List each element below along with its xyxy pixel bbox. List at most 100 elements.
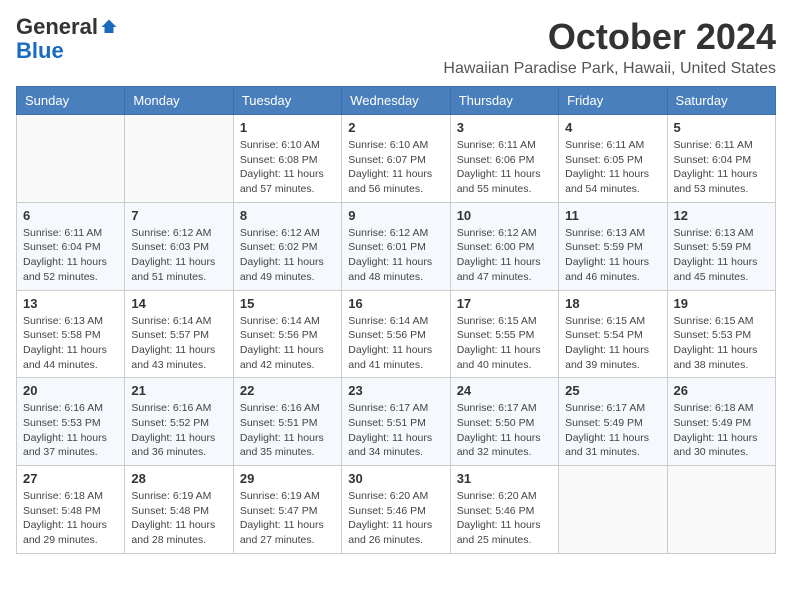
day-info: Sunrise: 6:12 AM Sunset: 6:01 PM Dayligh… [348,226,443,285]
header-thursday: Thursday [450,87,558,115]
day-cell-2-3: 16 Sunrise: 6:14 AM Sunset: 5:56 PM Dayli… [342,290,450,378]
day-info: Sunrise: 6:17 AM Sunset: 5:49 PM Dayligh… [565,401,660,460]
day-info: Sunrise: 6:11 AM Sunset: 6:06 PM Dayligh… [457,138,552,197]
day-number: 4 [565,120,660,135]
day-info: Sunrise: 6:14 AM Sunset: 5:56 PM Dayligh… [348,314,443,373]
day-info: Sunrise: 6:20 AM Sunset: 5:46 PM Dayligh… [457,489,552,548]
day-cell-3-3: 23Sunrise: 6:17 AM Sunset: 5:51 PM Dayli… [342,378,450,466]
day-number: 24 [457,383,552,398]
day-number: 8 [240,208,335,223]
day-number: 25 [565,383,660,398]
logo-general-text: General [16,16,98,38]
day-cell-0-0 [17,115,125,203]
day-number: 15 [240,296,335,311]
day-info: Sunrise: 6:14 AM Sunset: 5:57 PM Dayligh… [131,314,226,373]
day-number: 9 [348,208,443,223]
day-info: Sunrise: 6:19 AM Sunset: 5:47 PM Dayligh… [240,489,335,548]
day-number: 14 [131,296,226,311]
day-number: 11 [565,208,660,223]
week-row-2: 6 Sunrise: 6:11 AM Sunset: 6:04 PM Daylig… [17,202,776,290]
day-cell-2-4: 17 Sunrise: 6:15 AM Sunset: 5:55 PM Dayli… [450,290,558,378]
day-cell-2-5: 18Sunrise: 6:15 AM Sunset: 5:54 PM Dayli… [559,290,667,378]
header-saturday: Saturday [667,87,775,115]
day-info: Sunrise: 6:13 AM Sunset: 5:59 PM Dayligh… [674,226,769,285]
day-cell-3-0: 20 Sunrise: 6:16 AM Sunset: 5:53 PM Dayli… [17,378,125,466]
day-info: Sunrise: 6:17 AM Sunset: 5:51 PM Dayligh… [348,401,443,460]
day-info: Sunrise: 6:16 AM Sunset: 5:52 PM Dayligh… [131,401,226,460]
header-sunday: Sunday [17,87,125,115]
header-monday: Monday [125,87,233,115]
day-info: Sunrise: 6:16 AM Sunset: 5:51 PM Dayligh… [240,401,335,460]
day-cell-2-1: 14 Sunrise: 6:14 AM Sunset: 5:57 PM Dayli… [125,290,233,378]
logo: General Blue [16,16,118,64]
day-cell-2-6: 19 Sunrise: 6:15 AM Sunset: 5:53 PM Dayli… [667,290,775,378]
week-row-4: 20 Sunrise: 6:16 AM Sunset: 5:53 PM Dayli… [17,378,776,466]
day-number: 5 [674,120,769,135]
day-number: 29 [240,471,335,486]
day-info: Sunrise: 6:12 AM Sunset: 6:00 PM Dayligh… [457,226,552,285]
day-cell-1-2: 8 Sunrise: 6:12 AM Sunset: 6:02 PM Daylig… [233,202,341,290]
day-info: Sunrise: 6:14 AM Sunset: 5:56 PM Dayligh… [240,314,335,373]
day-cell-2-2: 15 Sunrise: 6:14 AM Sunset: 5:56 PM Dayli… [233,290,341,378]
day-number: 3 [457,120,552,135]
day-cell-4-4: 31 Sunrise: 6:20 AM Sunset: 5:46 PM Dayli… [450,466,558,554]
location-title: Hawaiian Paradise Park, Hawaii, United S… [443,60,776,78]
day-info: Sunrise: 6:10 AM Sunset: 6:08 PM Dayligh… [240,138,335,197]
day-cell-0-6: 5Sunrise: 6:11 AM Sunset: 6:04 PM Daylig… [667,115,775,203]
logo-icon [100,18,118,36]
day-cell-0-1 [125,115,233,203]
day-info: Sunrise: 6:16 AM Sunset: 5:53 PM Dayligh… [23,401,118,460]
day-number: 7 [131,208,226,223]
day-cell-0-2: 1 Sunrise: 6:10 AM Sunset: 6:08 PM Daylig… [233,115,341,203]
day-number: 26 [674,383,769,398]
day-info: Sunrise: 6:15 AM Sunset: 5:53 PM Dayligh… [674,314,769,373]
month-title: October 2024 [443,16,776,58]
day-cell-3-6: 26 Sunrise: 6:18 AM Sunset: 5:49 PM Dayli… [667,378,775,466]
day-info: Sunrise: 6:20 AM Sunset: 5:46 PM Dayligh… [348,489,443,548]
day-number: 20 [23,383,118,398]
day-cell-3-5: 25 Sunrise: 6:17 AM Sunset: 5:49 PM Dayli… [559,378,667,466]
calendar-header-row: Sunday Monday Tuesday Wednesday Thursday… [17,87,776,115]
day-number: 12 [674,208,769,223]
day-info: Sunrise: 6:13 AM Sunset: 5:58 PM Dayligh… [23,314,118,373]
day-cell-4-6 [667,466,775,554]
day-cell-4-1: 28Sunrise: 6:19 AM Sunset: 5:48 PM Dayli… [125,466,233,554]
day-info: Sunrise: 6:15 AM Sunset: 5:55 PM Dayligh… [457,314,552,373]
day-cell-3-1: 21 Sunrise: 6:16 AM Sunset: 5:52 PM Dayli… [125,378,233,466]
day-info: Sunrise: 6:18 AM Sunset: 5:48 PM Dayligh… [23,489,118,548]
day-number: 31 [457,471,552,486]
day-cell-4-5 [559,466,667,554]
header-wednesday: Wednesday [342,87,450,115]
day-info: Sunrise: 6:13 AM Sunset: 5:59 PM Dayligh… [565,226,660,285]
day-info: Sunrise: 6:11 AM Sunset: 6:04 PM Dayligh… [23,226,118,285]
day-number: 22 [240,383,335,398]
day-info: Sunrise: 6:18 AM Sunset: 5:49 PM Dayligh… [674,401,769,460]
day-number: 2 [348,120,443,135]
day-cell-1-3: 9 Sunrise: 6:12 AM Sunset: 6:01 PM Daylig… [342,202,450,290]
day-cell-1-6: 12 Sunrise: 6:13 AM Sunset: 5:59 PM Dayli… [667,202,775,290]
header-friday: Friday [559,87,667,115]
page-header: General Blue October 2024 Hawaiian Parad… [16,16,776,78]
day-number: 17 [457,296,552,311]
day-info: Sunrise: 6:12 AM Sunset: 6:02 PM Dayligh… [240,226,335,285]
day-cell-0-3: 2 Sunrise: 6:10 AM Sunset: 6:07 PM Daylig… [342,115,450,203]
day-info: Sunrise: 6:12 AM Sunset: 6:03 PM Dayligh… [131,226,226,285]
day-number: 27 [23,471,118,486]
day-number: 21 [131,383,226,398]
day-number: 1 [240,120,335,135]
day-number: 13 [23,296,118,311]
day-cell-0-4: 3 Sunrise: 6:11 AM Sunset: 6:06 PM Daylig… [450,115,558,203]
day-number: 30 [348,471,443,486]
day-cell-3-2: 22 Sunrise: 6:16 AM Sunset: 5:51 PM Dayli… [233,378,341,466]
header-tuesday: Tuesday [233,87,341,115]
day-number: 28 [131,471,226,486]
week-row-1: 1 Sunrise: 6:10 AM Sunset: 6:08 PM Daylig… [17,115,776,203]
day-cell-1-4: 10Sunrise: 6:12 AM Sunset: 6:00 PM Dayli… [450,202,558,290]
day-cell-1-5: 11 Sunrise: 6:13 AM Sunset: 5:59 PM Dayli… [559,202,667,290]
day-number: 6 [23,208,118,223]
day-info: Sunrise: 6:10 AM Sunset: 6:07 PM Dayligh… [348,138,443,197]
day-cell-1-0: 6 Sunrise: 6:11 AM Sunset: 6:04 PM Daylig… [17,202,125,290]
day-info: Sunrise: 6:11 AM Sunset: 6:05 PM Dayligh… [565,138,660,197]
day-number: 19 [674,296,769,311]
day-number: 16 [348,296,443,311]
